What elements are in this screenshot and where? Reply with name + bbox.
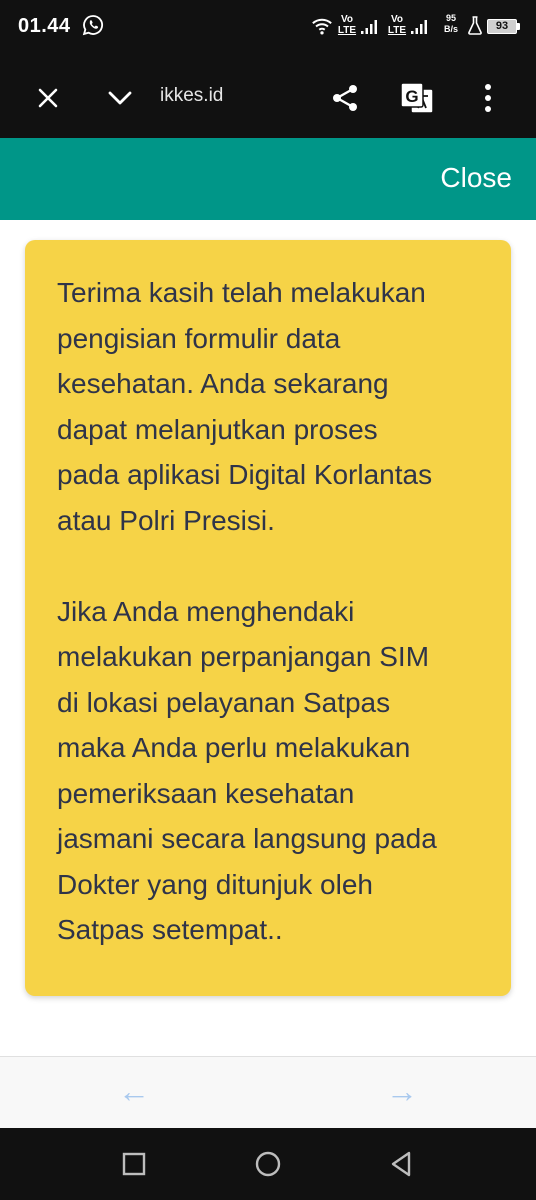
message-line: pada aplikasi Digital Korlantas bbox=[57, 459, 433, 490]
message-line: kesehatan. Anda sekarang bbox=[57, 368, 389, 399]
message-line: Dokter yang ditunjuk oleh bbox=[57, 868, 373, 900]
network-1: Vo LTE bbox=[336, 14, 358, 36]
recents-square-icon[interactable] bbox=[120, 1150, 148, 1178]
share-icon bbox=[333, 85, 357, 111]
back-arrow-button[interactable]: ← bbox=[118, 1073, 150, 1109]
browser-toolbar: ikkes.id G bbox=[0, 56, 536, 138]
message-paragraph-2: Jika Anda menghendaki melakukan perpanja… bbox=[57, 589, 479, 953]
minimize-button[interactable] bbox=[100, 78, 140, 118]
message-card: Terima kasih telah melakukan pengisian f… bbox=[25, 240, 511, 996]
network-2-bottom: LTE bbox=[387, 25, 407, 36]
forward-arrow-button[interactable]: → bbox=[386, 1073, 418, 1109]
translate-button[interactable]: G bbox=[395, 76, 439, 120]
network-1-bottom: LTE bbox=[337, 25, 357, 36]
speed-unit: B/s bbox=[443, 24, 458, 34]
more-vert-icon bbox=[485, 84, 491, 112]
battery-cap bbox=[517, 23, 520, 30]
flask-icon bbox=[468, 16, 482, 35]
close-icon bbox=[38, 88, 58, 108]
network-speed: 95 B/s bbox=[440, 13, 462, 35]
share-button[interactable] bbox=[325, 76, 365, 120]
message-line: Satpas setempat.. bbox=[57, 914, 283, 945]
close-button[interactable]: Close bbox=[440, 162, 512, 194]
message-line: di lokasi pelayanan Satpas bbox=[57, 686, 391, 718]
chevron-down-icon bbox=[108, 91, 132, 105]
battery-indicator: 93 bbox=[487, 19, 517, 34]
wifi-icon bbox=[312, 18, 332, 35]
message-line: melakukan perpanjangan SIM bbox=[57, 641, 430, 672]
signal-1-icon bbox=[361, 20, 377, 34]
signal-2-icon bbox=[411, 20, 427, 34]
message-line: Terima kasih telah melakukan bbox=[57, 277, 426, 308]
bottom-nav: ← → bbox=[0, 1057, 536, 1128]
network-2-top: Vo bbox=[390, 14, 404, 25]
message-paragraph-1: Terima kasih telah melakukan pengisian f… bbox=[57, 270, 479, 543]
message-line: atau Polri Presisi. bbox=[57, 504, 275, 536]
home-circle-icon[interactable] bbox=[254, 1150, 282, 1178]
speed-value: 95 bbox=[445, 13, 456, 23]
message-line: pemeriksaan kesehatan bbox=[57, 777, 355, 809]
network-1-top: Vo bbox=[340, 14, 354, 25]
message-line: dapat melanjutkan proses bbox=[57, 413, 378, 445]
back-triangle-icon[interactable] bbox=[388, 1150, 416, 1178]
network-2: Vo LTE bbox=[386, 14, 408, 36]
status-time: 01.44 bbox=[18, 15, 71, 37]
url-text[interactable]: ikkes.id bbox=[160, 85, 223, 107]
message-line: pengisian formulir data bbox=[57, 322, 341, 354]
more-menu-button[interactable] bbox=[468, 76, 508, 120]
message-line: Jika Anda menghendaki bbox=[57, 595, 355, 627]
svg-text:G: G bbox=[405, 87, 418, 106]
close-tab-button[interactable] bbox=[28, 78, 68, 118]
system-nav-bar bbox=[0, 1128, 536, 1200]
status-bar: 01.44 Vo LTE Vo LTE 95 B/s 93 bbox=[0, 0, 536, 56]
message-line: jasmani secara langsung pada bbox=[57, 823, 437, 854]
translate-icon: G bbox=[400, 82, 434, 114]
page-header: Close bbox=[0, 138, 536, 220]
whatsapp-icon bbox=[82, 15, 104, 36]
message-line: maka Anda perlu melakukan bbox=[57, 732, 411, 763]
